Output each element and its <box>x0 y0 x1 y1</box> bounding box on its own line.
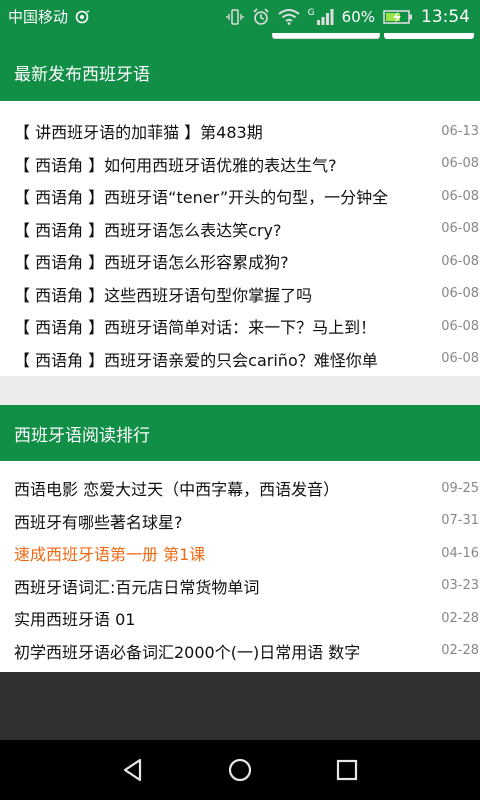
list-item-date: 06-08 <box>441 318 479 334</box>
list-item-title[interactable]: 【 西语角 】如何用西班牙语优雅的表达生气? <box>14 152 431 176</box>
list-item-title[interactable]: 【 西语角 】西班牙语简单对话：来一下？马上到！ <box>14 314 431 338</box>
header-remnant <box>0 33 480 43</box>
list-item-title[interactable]: 【 西语角 】西班牙语亲爱的只会cariño？难怪你单 <box>14 347 431 371</box>
recents-icon <box>336 759 357 781</box>
recents-button[interactable] <box>327 750 367 790</box>
list-item-date: 04-16 <box>441 545 479 561</box>
list-item[interactable]: 【 西语角 】西班牙语“tener”开头的句型，一分钟全 06-08 <box>0 180 480 213</box>
section-divider <box>0 376 480 405</box>
battery-percent: 60% <box>341 7 375 26</box>
search-button[interactable] <box>384 33 474 39</box>
ranking-section-header: 西班牙语阅读排行 <box>0 405 480 461</box>
search-input[interactable] <box>272 33 380 39</box>
list-item-title[interactable]: 【 西语角 】这些西班牙语句型你掌握了吗 <box>14 282 431 306</box>
list-item-title[interactable]: 【 西语角 】西班牙语怎么形容累成狗? <box>14 249 431 273</box>
list-item-title[interactable]: 【 讲西班牙语的加菲猫 】第483期 <box>14 119 431 143</box>
list-item-date: 06-08 <box>441 351 479 367</box>
list-item[interactable]: 【 西语角 】西班牙语怎么形容累成狗? 06-08 <box>0 245 480 278</box>
latest-section-title: 最新发布西班牙语 <box>14 64 150 85</box>
list-item-title[interactable]: 【 西语角 】西班牙语“tener”开头的句型，一分钟全 <box>14 184 431 208</box>
back-button[interactable] <box>113 750 153 790</box>
list-item-date: 09-25 <box>441 480 479 496</box>
list-item[interactable]: 速成西班牙语第一册 第1课 04-16 <box>0 537 480 570</box>
list-item[interactable]: 【 西语角 】这些西班牙语句型你掌握了吗 06-08 <box>0 278 480 311</box>
latest-list: 【 讲西班牙语的加菲猫 】第483期 06-13 【 西语角 】如何用西班牙语优雅… <box>0 101 480 376</box>
carrier-label: 中国移动 <box>8 8 69 26</box>
list-item-date: 06-08 <box>441 188 479 204</box>
battery-charging-icon <box>383 9 413 25</box>
page-footer <box>0 672 480 740</box>
list-item-date: 06-08 <box>441 286 479 302</box>
list-item-date: 03-23 <box>441 578 479 594</box>
back-icon <box>124 758 142 782</box>
list-item[interactable]: 西班牙有哪些著名球星? 07-31 <box>0 505 480 538</box>
list-item-title[interactable]: 【 西语角 】西班牙语怎么表达笑cry? <box>14 217 431 241</box>
list-item-date: 06-08 <box>441 253 479 269</box>
list-item-date: 06-08 <box>441 156 479 172</box>
list-item-date: 07-31 <box>441 513 479 529</box>
list-item[interactable]: 【 西语角 】西班牙语亲爱的只会cariño？难怪你单 06-08 <box>0 343 480 376</box>
signal-icon: G <box>307 7 334 25</box>
list-item[interactable]: 【 西语角 】西班牙语怎么表达笑cry? 06-08 <box>0 213 480 246</box>
list-item[interactable]: 西语电影 恋爱大过天（中西字幕，西语发音） 09-25 <box>0 472 480 505</box>
list-item-date: 02-28 <box>441 643 479 659</box>
vibrate-icon <box>225 8 244 26</box>
status-bar: 中国移动 G 60% 13:54 <box>0 0 480 33</box>
list-item[interactable]: 西班牙语词汇:百元店日常货物单词 03-23 <box>0 570 480 603</box>
list-item[interactable]: 实用西班牙语 01 02-28 <box>0 602 480 635</box>
list-item-title[interactable]: 西班牙有哪些著名球星? <box>14 509 431 533</box>
list-item-title-highlighted[interactable]: 速成西班牙语第一册 第1课 <box>14 541 431 565</box>
list-item-title[interactable]: 西班牙语词汇:百元店日常货物单词 <box>14 574 431 598</box>
list-item[interactable]: 【 西语角 】西班牙语简单对话：来一下？马上到！ 06-08 <box>0 310 480 343</box>
list-item-date: 06-13 <box>441 123 479 139</box>
latest-section-header: 最新发布西班牙语 <box>0 43 480 101</box>
ranking-section-title: 西班牙语阅读排行 <box>14 425 150 446</box>
list-item[interactable]: 【 西语角 】如何用西班牙语优雅的表达生气? 06-08 <box>0 148 480 181</box>
system-nav-bar <box>0 740 480 800</box>
list-item[interactable]: 初学西班牙语必备词汇2000个(一)日常用语 数字 02-28 <box>0 635 480 668</box>
ranking-list: 西语电影 恋爱大过天（中西字幕，西语发音） 09-25 西班牙有哪些著名球星? 07… <box>0 461 480 672</box>
hd-call-icon <box>74 9 90 24</box>
home-button[interactable] <box>220 750 260 790</box>
wifi-icon <box>278 8 300 25</box>
list-item-title[interactable]: 西语电影 恋爱大过天（中西字幕，西语发音） <box>14 476 431 500</box>
list-item-title[interactable]: 实用西班牙语 01 <box>14 606 431 630</box>
alarm-icon <box>252 7 270 26</box>
network-type-label: G <box>307 7 315 18</box>
clock: 13:54 <box>421 6 470 27</box>
list-item-date: 02-28 <box>441 610 479 626</box>
home-icon <box>228 758 252 782</box>
list-item-date: 06-08 <box>441 221 479 237</box>
list-item-title[interactable]: 初学西班牙语必备词汇2000个(一)日常用语 数字 <box>14 639 431 663</box>
list-item[interactable]: 【 讲西班牙语的加菲猫 】第483期 06-13 <box>0 115 480 148</box>
